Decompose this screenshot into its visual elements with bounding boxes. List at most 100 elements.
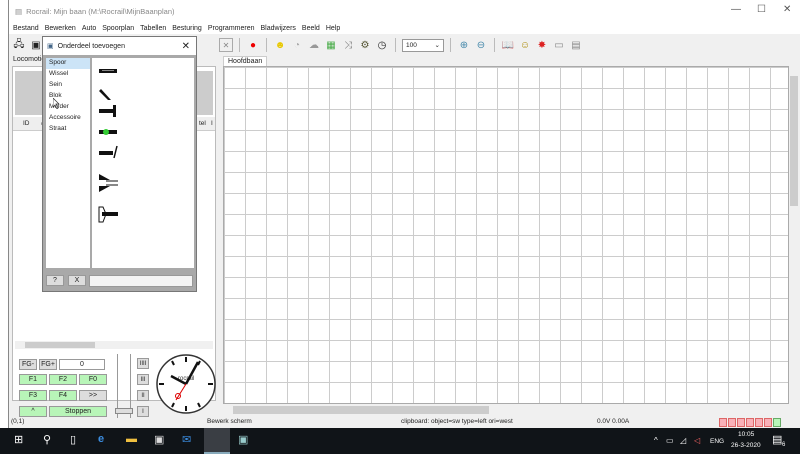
menu-bestand[interactable]: Bestand (13, 25, 39, 32)
status-leds (719, 418, 789, 428)
menu-programmeren[interactable]: Programmeren (208, 25, 255, 32)
close-button[interactable]: ✕ (783, 4, 791, 15)
task-view-icon[interactable]: ▯ (70, 433, 76, 446)
speed-field[interactable]: 0 (59, 359, 105, 370)
grid-icon[interactable]: ▦ (324, 38, 338, 52)
clock-date[interactable]: 26-3-2020 (731, 442, 761, 449)
network-icon[interactable]: ◿ (680, 436, 686, 445)
detector-track-icon[interactable] (99, 129, 117, 135)
canvas-vscroll[interactable] (789, 66, 799, 404)
f4-button[interactable]: F4 (49, 390, 77, 401)
minimize-button[interactable]: — (731, 4, 741, 15)
maximize-button[interactable]: ☐ (757, 4, 766, 15)
track-plan-canvas[interactable] (223, 66, 789, 404)
start-icon[interactable]: ⊞ (14, 433, 23, 446)
zoom-in-icon[interactable]: ⊕ (457, 38, 471, 52)
gear-1-button[interactable]: I (137, 406, 149, 417)
slider-handle[interactable] (115, 408, 133, 414)
speed-slider[interactable] (115, 354, 133, 418)
loco-icon[interactable]: ▣ (29, 38, 43, 52)
mail-icon[interactable]: ✉ (182, 433, 191, 446)
dialog-close-button[interactable]: X (68, 275, 86, 286)
category-sein[interactable]: Sein (46, 80, 90, 91)
file-explorer-icon[interactable]: ▬ (126, 433, 137, 445)
dialog-input[interactable] (89, 275, 193, 287)
dialog-taskbar-button[interactable]: ▣ (238, 433, 248, 446)
double-slip-icon[interactable] (99, 174, 118, 192)
calculator-icon[interactable]: ▤ (569, 38, 583, 52)
shuffle-icon[interactable]: ⤨ (341, 38, 355, 52)
f0-button[interactable]: F0 (79, 374, 107, 385)
column-i[interactable]: I (211, 120, 213, 127)
help-button[interactable]: ? (46, 275, 64, 286)
users-icon[interactable]: ☺ (518, 38, 532, 52)
rocrail-taskbar-button[interactable] (204, 428, 230, 454)
delete-icon[interactable]: ✕ (219, 38, 233, 52)
clock-time[interactable]: 10:05 (738, 431, 754, 438)
gear-4-button[interactable]: IIII (137, 358, 149, 369)
symbol-list (92, 58, 194, 268)
crossing-track-icon[interactable] (99, 145, 118, 159)
category-straat[interactable]: Straat (46, 124, 90, 135)
fg-minus-button[interactable]: FG- (19, 359, 37, 370)
connect-icon[interactable]: 🖧 (12, 38, 26, 52)
curve-track-icon[interactable] (99, 89, 111, 100)
zoom-select[interactable]: 100 ⌄ (402, 38, 444, 52)
store-icon[interactable]: ▣ (154, 433, 164, 446)
menu-auto[interactable]: Auto (82, 25, 96, 32)
stop-button[interactable]: Stoppen (49, 406, 107, 417)
bug-icon[interactable]: ✸ (535, 38, 549, 52)
menu-beeld[interactable]: Beeld (302, 25, 320, 32)
straight-track-icon[interactable] (99, 69, 117, 73)
emergency-stop-icon[interactable]: ● (246, 38, 260, 52)
smiley-icon[interactable]: ☻ (273, 38, 287, 52)
timer-icon[interactable]: ◔ (290, 38, 304, 52)
menu-help[interactable]: Help (326, 25, 340, 32)
buffer-stop-icon[interactable] (99, 105, 116, 117)
more-functions-button[interactable]: >> (79, 390, 107, 401)
category-wissel[interactable]: Wissel (46, 69, 90, 80)
menu-bewerken[interactable]: Bewerken (45, 25, 76, 32)
status-bar: (0,1) Bewerk scherm clipboard: object=sw… (9, 418, 800, 428)
zoom-out-icon[interactable]: ⊖ (474, 38, 488, 52)
direction-button[interactable]: ^ (19, 406, 47, 417)
menu-besturing[interactable]: Besturing (172, 25, 202, 32)
category-accessoire[interactable]: Accessoire (46, 113, 90, 124)
turntable-icon[interactable] (98, 206, 118, 223)
dialog-close-icon[interactable]: ✕ (182, 41, 190, 52)
gear-2-button[interactable]: II (137, 390, 149, 401)
canvas-hscroll[interactable] (223, 405, 789, 415)
status-clipboard: clipboard: object=sw type=left ori=west (401, 418, 513, 425)
tab-hoofdbaan[interactable]: Hoofdbaan (223, 56, 268, 66)
notification-count: 6 (782, 442, 786, 448)
scroll-thumb[interactable] (233, 406, 489, 414)
f1-button[interactable]: F1 (19, 374, 47, 385)
cloud-icon[interactable]: ☁ (307, 38, 321, 52)
document-icon[interactable]: ▭ (552, 38, 566, 52)
plug-icon[interactable]: ⚙ (358, 38, 372, 52)
menu-bladwijzers[interactable]: Bladwijzers (261, 25, 296, 32)
menu-spoorplan[interactable]: Spoorplan (102, 25, 134, 32)
tray-chevron-icon[interactable]: ^ (654, 436, 658, 445)
scroll-thumb[interactable] (25, 342, 95, 348)
category-spoor[interactable]: Spoor (46, 58, 90, 69)
clock-icon[interactable]: ◷ (375, 38, 389, 52)
book-icon[interactable]: 📖 (501, 38, 515, 52)
volume-muted-icon[interactable]: ◁ (694, 436, 700, 445)
loco-hscroll[interactable] (15, 341, 213, 349)
column-tel[interactable]: tel (199, 120, 206, 127)
menu-tabellen[interactable]: Tabellen (140, 25, 166, 32)
search-icon[interactable]: ⚲ (43, 433, 51, 446)
scroll-thumb[interactable] (790, 76, 798, 206)
gear-3-button[interactable]: III (137, 374, 149, 385)
f2-button[interactable]: F2 (49, 374, 77, 385)
edge-icon[interactable]: e (98, 433, 104, 445)
f3-button[interactable]: F3 (19, 390, 47, 401)
language-indicator[interactable]: ENG (710, 438, 724, 445)
fg-plus-button[interactable]: FG+ (39, 359, 57, 370)
column-id[interactable]: ID (23, 120, 30, 127)
app-icon: ▤ (15, 6, 23, 16)
notification-icon[interactable]: ▤ (772, 433, 782, 446)
taskbar: ⊞ ⚲ ▯ e ▬ ▣ ✉ ▣ ^ ▭ ◿ ◁ ENG 10:05 26-3-2… (0, 428, 800, 454)
battery-icon[interactable]: ▭ (666, 436, 674, 445)
